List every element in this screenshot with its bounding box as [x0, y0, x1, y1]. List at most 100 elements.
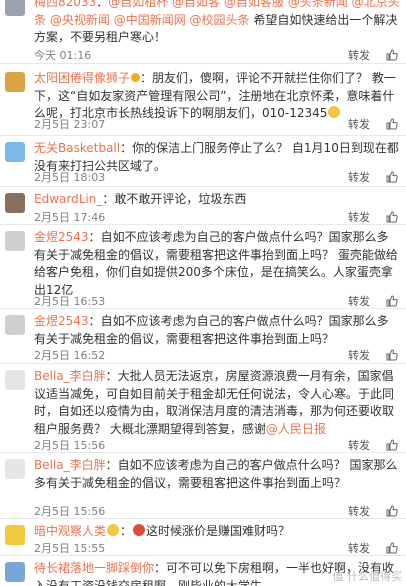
- mention-link[interactable]: @校园头条: [190, 13, 250, 27]
- username-link[interactable]: Bella_李白胖: [34, 369, 106, 383]
- watermark: 值 什么值得买: [332, 570, 403, 583]
- mention-link[interactable]: @自如客服: [224, 0, 284, 9]
- comment-actions: 转发: [348, 209, 398, 225]
- comment-item: EdwardLin_：敢不敢开评论，垃圾东西 2月5日 17:46 转发: [0, 187, 406, 225]
- avatar[interactable]: [5, 562, 25, 582]
- thumbs-up-icon: [386, 171, 398, 183]
- verified-badge-icon: [131, 73, 141, 82]
- avatar[interactable]: [5, 193, 25, 213]
- thumbs-up-icon: [386, 542, 398, 554]
- comment-actions: 转发: [348, 503, 398, 519]
- comment-item: 暗中观察人类 ： 这时候涨价是赚国难财吗？ 2月5日 15:55 转发: [0, 519, 406, 556]
- username-link[interactable]: Bella_李白胖: [34, 458, 106, 472]
- colon: ：: [88, 230, 101, 244]
- comment-text: Bella_李白胖：自如不应该考虑为自己的客户做点什么吗？ 国家那么多有关于减免…: [34, 457, 400, 492]
- repost-button[interactable]: 转发: [348, 347, 370, 363]
- comment-item: Bella_李白胖：自如不应该考虑为自己的客户做点什么吗？ 国家那么多有关于减免…: [0, 453, 406, 519]
- avatar[interactable]: [5, 315, 25, 335]
- username-link[interactable]: 梅西82033: [34, 0, 96, 9]
- comment-time: 2月5日 16:52: [34, 349, 106, 362]
- thumbs-up-icon: [386, 49, 398, 61]
- repost-button[interactable]: 转发: [348, 437, 370, 453]
- like-button[interactable]: [386, 505, 398, 517]
- repost-button[interactable]: 转发: [348, 47, 370, 63]
- colon: ：: [120, 141, 133, 155]
- colon: ：: [154, 561, 167, 575]
- comment-actions: 转发: [348, 540, 398, 556]
- thumbs-up-icon: [386, 505, 398, 517]
- like-button[interactable]: [386, 49, 398, 61]
- like-button[interactable]: [386, 171, 398, 183]
- comment-text: 金煜2543：自如不应该考虑为自己的客户做点什么吗？国家那么多有关于减免租金的倡…: [34, 229, 400, 299]
- comment-item: 金煜2543：自如不应该考虑为自己的客户做点什么吗？国家那么多有关于减免租金的倡…: [0, 225, 406, 309]
- comment-time: 今天 01:16: [34, 49, 92, 62]
- comment-feed: 梅西82033：@自如租杯 @自如客 @自如客服 @头条新闻 @北京头条 @央视…: [0, 0, 406, 586]
- avatar[interactable]: [5, 459, 25, 479]
- like-button[interactable]: [386, 211, 398, 223]
- colon: ：: [120, 524, 133, 538]
- emoji-icon: [328, 106, 341, 118]
- repost-button[interactable]: 转发: [348, 540, 370, 556]
- mention-link[interactable]: @人民日报: [266, 422, 326, 436]
- emoji-icon: [133, 524, 146, 536]
- like-button[interactable]: [386, 349, 398, 361]
- comment-text: EdwardLin_：敢不敢开评论，垃圾东西: [34, 191, 400, 209]
- mention-link[interactable]: @央视新闻: [50, 13, 110, 27]
- comment-time: 2月5日 23:07: [34, 118, 106, 131]
- colon: ：: [105, 458, 118, 472]
- username-link[interactable]: 金煜2543: [34, 230, 89, 244]
- repost-button[interactable]: 转发: [348, 293, 370, 309]
- comment-item: Bella_李白胖：大批人员无法返京，房屋资源浪费一月有余，国家倡议适当减免，可…: [0, 364, 406, 453]
- comment-item: 梅西82033：@自如租杯 @自如客 @自如客服 @头条新闻 @北京头条 @央视…: [0, 0, 406, 64]
- comment-time: 2月5日 15:56: [34, 439, 106, 452]
- username-link[interactable]: 暗中观察人类: [34, 524, 106, 538]
- comment-time: 2月5日 15:56: [34, 505, 106, 518]
- comment-text: Bella_李白胖：大批人员无法返京，房屋资源浪费一月有余，国家倡议适当减免，可…: [34, 368, 400, 438]
- comment-item: 金煜2543：自如不应该考虑为自己的客户做点什么吗？国家那么多有关于减免租金的倡…: [0, 309, 406, 364]
- avatar[interactable]: [5, 370, 25, 390]
- avatar[interactable]: [5, 0, 25, 16]
- comment-text: 金煜2543：自如不应该考虑为自己的客户做点什么吗？国家那么多有关于减免租金的倡…: [34, 313, 400, 348]
- comment-actions: 转发: [348, 47, 398, 63]
- repost-button[interactable]: 转发: [348, 169, 370, 185]
- mention-link[interactable]: @头条新闻: [288, 0, 348, 9]
- comment-actions: 转发: [348, 347, 398, 363]
- comment-item: 无关Basketball：你的保洁上门服务停止了么？ 自1月10日到现在都没有来…: [0, 136, 406, 187]
- colon: ：: [105, 369, 118, 383]
- repost-button[interactable]: 转发: [348, 209, 370, 225]
- colon: ：: [140, 71, 153, 85]
- comment-actions: 转发: [348, 293, 398, 309]
- repost-button[interactable]: 转发: [348, 503, 370, 519]
- comment-actions: 转发: [348, 169, 398, 185]
- comment-body: 敢不敢开评论，垃圾东西: [114, 192, 247, 206]
- username-link[interactable]: 金煜2543: [34, 314, 89, 328]
- avatar[interactable]: [5, 525, 25, 545]
- thumbs-up-icon: [386, 349, 398, 361]
- thumbs-up-icon: [386, 295, 398, 307]
- repost-button[interactable]: 转发: [348, 116, 370, 132]
- username-link[interactable]: EdwardLin_: [34, 192, 102, 206]
- like-button[interactable]: [386, 542, 398, 554]
- avatar[interactable]: [5, 231, 25, 251]
- avatar[interactable]: [5, 72, 25, 92]
- username-link[interactable]: 太阳困倦得像狮子: [34, 71, 130, 85]
- username-link[interactable]: 待长裙落地一脚踩倒你: [34, 561, 154, 575]
- comment-text: 暗中观察人类 ： 这时候涨价是赚国难财吗？: [34, 523, 400, 541]
- comment-time: 2月5日 17:46: [34, 211, 106, 224]
- comment-body: 这时候涨价是赚国难财吗？: [146, 524, 291, 538]
- colon: ：: [102, 192, 115, 206]
- avatar[interactable]: [5, 142, 25, 162]
- mention-link[interactable]: @中国新闻网: [114, 13, 186, 27]
- like-button[interactable]: [386, 118, 398, 130]
- mention-link[interactable]: @自如租杯: [108, 0, 168, 9]
- colon: ：: [96, 0, 109, 9]
- mention-link[interactable]: @自如客: [172, 0, 220, 9]
- comment-text: 太阳困倦得像狮子 ：朋友们，傻啊，评论不开就拦住你们了？ 教一下，这“自如友家资产…: [34, 70, 400, 123]
- like-button[interactable]: [386, 295, 398, 307]
- emoji-icon: [107, 524, 120, 536]
- like-button[interactable]: [386, 439, 398, 451]
- username-link[interactable]: 无关Basketball: [34, 141, 120, 155]
- colon: ：: [88, 314, 101, 328]
- comment-item: 太阳困倦得像狮子 ：朋友们，傻啊，评论不开就拦住你们了？ 教一下，这“自如友家资产…: [0, 64, 406, 136]
- comment-time: 2月5日 15:55: [34, 542, 106, 555]
